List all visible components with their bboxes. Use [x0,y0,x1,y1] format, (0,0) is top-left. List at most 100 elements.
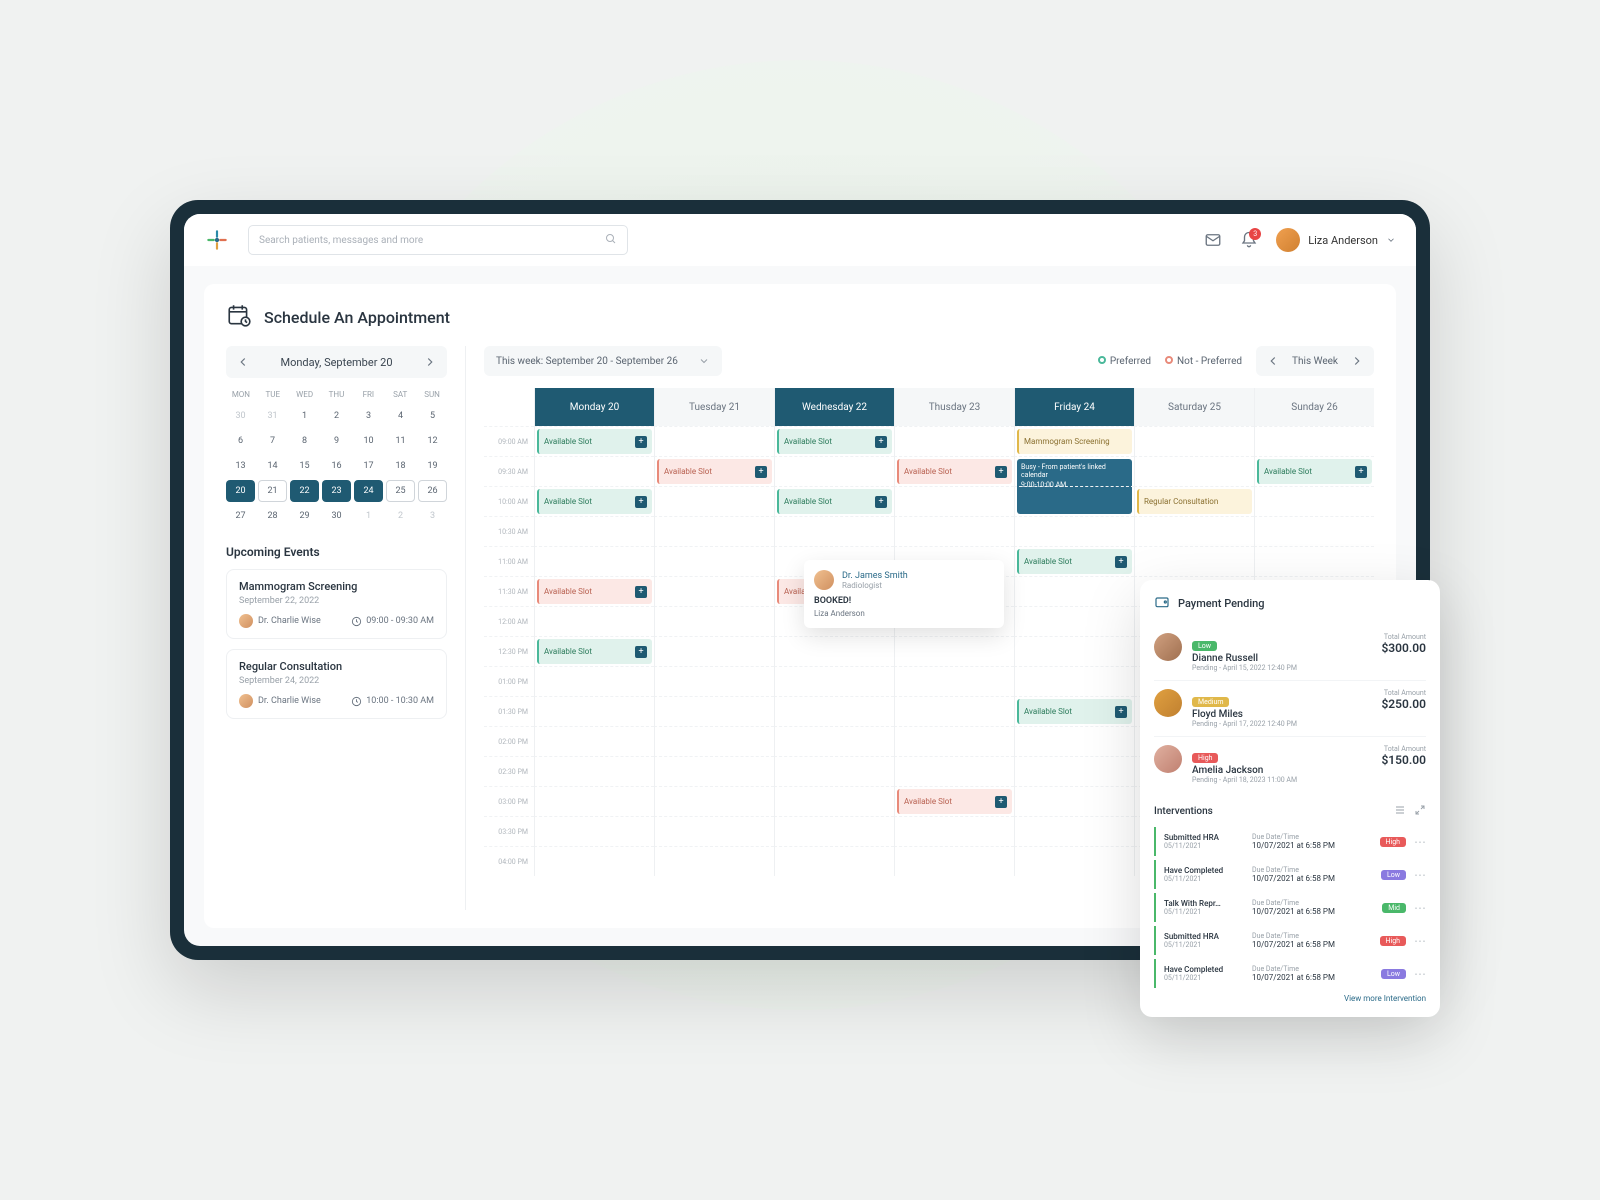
schedule-cell[interactable] [534,606,654,636]
schedule-cell[interactable] [894,756,1014,786]
user-menu[interactable]: Liza Anderson [1276,228,1396,252]
schedule-cell[interactable] [534,546,654,576]
schedule-cell[interactable] [654,486,774,516]
schedule-cell[interactable]: Available Slot+ [774,486,894,516]
calendar-day[interactable]: 6 [226,430,255,452]
event-card[interactable]: Regular Consultation September 24, 2022 … [226,649,447,719]
available-slot[interactable]: Available Slot+ [537,429,652,454]
more-icon[interactable]: ⋯ [1414,835,1426,849]
schedule-cell[interactable] [534,816,654,846]
schedule-cell[interactable] [894,846,1014,876]
day-header[interactable]: Wednesday 22 [774,388,894,426]
schedule-cell[interactable] [1014,666,1134,696]
available-slot[interactable]: Available Slot+ [777,429,892,454]
calendar-day[interactable]: 8 [290,430,319,452]
calendar-day[interactable]: 13 [226,455,255,477]
schedule-cell[interactable] [774,816,894,846]
schedule-cell[interactable] [654,726,774,756]
schedule-cell[interactable] [534,516,654,546]
payment-row[interactable]: High Amelia Jackson Pending - April 18, … [1154,737,1426,792]
calendar-day[interactable]: 5 [418,405,447,427]
list-icon[interactable] [1394,804,1406,819]
expand-icon[interactable] [1414,804,1426,819]
calendar-day[interactable]: 28 [258,505,287,527]
calendar-day[interactable]: 10 [354,430,383,452]
schedule-cell[interactable]: Available Slot+ [1014,546,1134,576]
schedule-cell[interactable] [894,666,1014,696]
calendar-day[interactable]: 30 [322,505,351,527]
calendar-day[interactable]: 25 [386,480,415,502]
add-icon[interactable]: + [1355,466,1367,478]
prev-day-button[interactable] [236,355,250,369]
intervention-row[interactable]: Have Completed05/11/2021 Due Date/Time10… [1154,860,1426,889]
schedule-cell[interactable] [1134,426,1254,456]
available-slot[interactable]: Available Slot+ [1257,459,1372,484]
schedule-cell[interactable]: Available Slot+ [1014,696,1134,726]
calendar-day[interactable]: 7 [258,430,287,452]
next-week-button[interactable] [1350,354,1364,368]
add-icon[interactable]: + [995,796,1007,808]
add-icon[interactable]: + [1115,556,1127,568]
schedule-cell[interactable] [1014,726,1134,756]
schedule-cell[interactable]: Regular Consultation [1134,486,1254,516]
scheduled-event[interactable]: Mammogram Screening [1017,429,1132,454]
schedule-cell[interactable] [1014,516,1134,546]
calendar-day[interactable]: 15 [290,455,319,477]
schedule-cell[interactable] [774,456,894,486]
available-slot[interactable]: Available Slot+ [777,489,892,514]
intervention-row[interactable]: Submitted HRA05/11/2021 Due Date/Time10/… [1154,926,1426,955]
calendar-day[interactable]: 24 [354,480,383,502]
schedule-cell[interactable] [894,816,1014,846]
payment-row[interactable]: Medium Floyd Miles Pending - April 17, 2… [1154,681,1426,737]
calendar-day[interactable]: 27 [226,505,255,527]
calendar-day[interactable]: 22 [290,480,319,502]
day-header[interactable]: Monday 20 [534,388,654,426]
day-header[interactable]: Thusday 23 [894,388,1014,426]
calendar-day[interactable]: 14 [258,455,287,477]
schedule-cell[interactable] [1254,546,1374,576]
schedule-cell[interactable]: Available Slot+ [534,636,654,666]
calendar-day[interactable]: 2 [322,405,351,427]
schedule-cell[interactable] [534,666,654,696]
schedule-cell[interactable]: Busy - From patient's linked calendar9:0… [1014,456,1134,486]
schedule-cell[interactable] [1014,636,1134,666]
payment-row[interactable]: Low Dianne Russell Pending - April 15, 2… [1154,625,1426,681]
schedule-cell[interactable] [534,846,654,876]
schedule-cell[interactable]: Available Slot+ [534,576,654,606]
schedule-cell[interactable] [1134,546,1254,576]
add-icon[interactable]: + [635,586,647,598]
day-header[interactable]: Saturday 25 [1134,388,1254,426]
calendar-day[interactable]: 11 [386,430,415,452]
calendar-day[interactable]: 18 [386,455,415,477]
calendar-day[interactable]: 20 [226,480,255,502]
schedule-cell[interactable] [534,756,654,786]
event-card[interactable]: Mammogram Screening September 22, 2022 D… [226,569,447,639]
schedule-cell[interactable] [774,636,894,666]
schedule-cell[interactable] [774,666,894,696]
schedule-cell[interactable]: Available Slot+ [894,786,1014,816]
calendar-day[interactable]: 1 [290,405,319,427]
schedule-cell[interactable] [1134,456,1254,486]
calendar-day[interactable]: 4 [386,405,415,427]
schedule-cell[interactable] [1014,606,1134,636]
schedule-cell[interactable] [774,696,894,726]
schedule-cell[interactable] [894,696,1014,726]
schedule-cell[interactable] [654,546,774,576]
mail-icon[interactable] [1204,231,1222,249]
more-icon[interactable]: ⋯ [1414,901,1426,915]
add-icon[interactable]: + [635,496,647,508]
week-selector[interactable]: This week: September 20 - September 26 [484,346,722,376]
schedule-cell[interactable] [654,666,774,696]
day-header[interactable]: Friday 24 [1014,388,1134,426]
more-icon[interactable]: ⋯ [1414,967,1426,981]
schedule-cell[interactable]: Available Slot+ [894,456,1014,486]
add-icon[interactable]: + [635,436,647,448]
calendar-day[interactable]: 30 [226,405,255,427]
search-input[interactable]: Search patients, messages and more [248,225,628,255]
schedule-cell[interactable] [894,726,1014,756]
schedule-cell[interactable]: Available Slot+ [1254,456,1374,486]
schedule-cell[interactable] [1134,516,1254,546]
day-header[interactable]: Sunday 26 [1254,388,1374,426]
schedule-cell[interactable] [894,486,1014,516]
schedule-cell[interactable] [894,636,1014,666]
